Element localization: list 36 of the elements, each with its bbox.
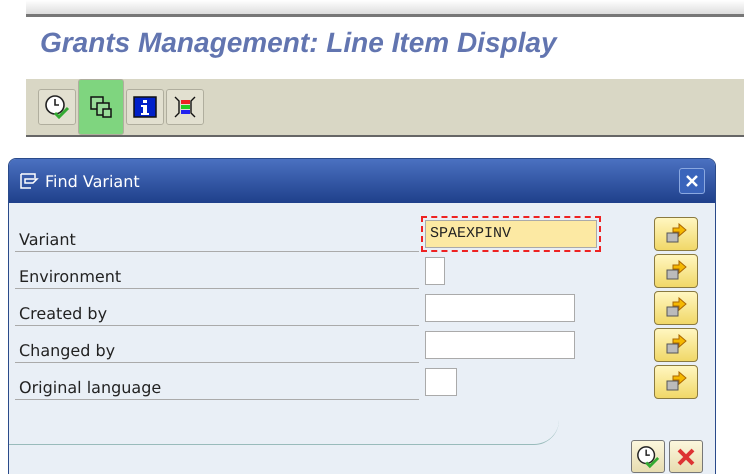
copy-icon [88,94,114,120]
arrow-box-icon [664,370,688,392]
info-icon [132,94,158,120]
select-button[interactable] [654,216,698,250]
field-label: Environment [15,260,419,288]
toolbar-button[interactable] [78,79,124,135]
toolbar-button[interactable] [166,89,204,125]
input-field[interactable] [425,256,445,284]
clock-check-icon [44,94,70,120]
layout-columns-icon [172,94,198,120]
execute-button[interactable] [631,440,665,473]
dialog-title: Find Variant [45,172,141,190]
input-field[interactable] [425,330,575,358]
field-label: Variant [15,224,419,252]
select-button[interactable] [654,290,698,324]
arrow-box-icon [664,260,688,282]
input-field[interactable] [425,368,457,396]
page-title: Grants Management: Line Item Display [40,27,559,60]
close-icon [685,174,699,188]
field-label: Created by [15,298,419,326]
clock-check-icon [636,444,660,468]
close-button[interactable] [679,168,705,194]
arrow-box-icon [664,222,688,244]
toolbar-button[interactable] [126,89,164,125]
field-label: Changed by [15,334,419,362]
cancel-icon [676,446,696,466]
select-button[interactable] [654,328,698,362]
input-field[interactable] [425,294,575,322]
select-button[interactable] [654,364,698,398]
select-button[interactable] [654,254,698,288]
dialog-icon [19,172,39,190]
arrow-box-icon [664,296,688,318]
cancel-button[interactable] [669,440,703,473]
toolbar-button[interactable] [38,89,76,125]
arrow-box-icon [664,334,688,356]
field-label: Original language [15,372,419,400]
